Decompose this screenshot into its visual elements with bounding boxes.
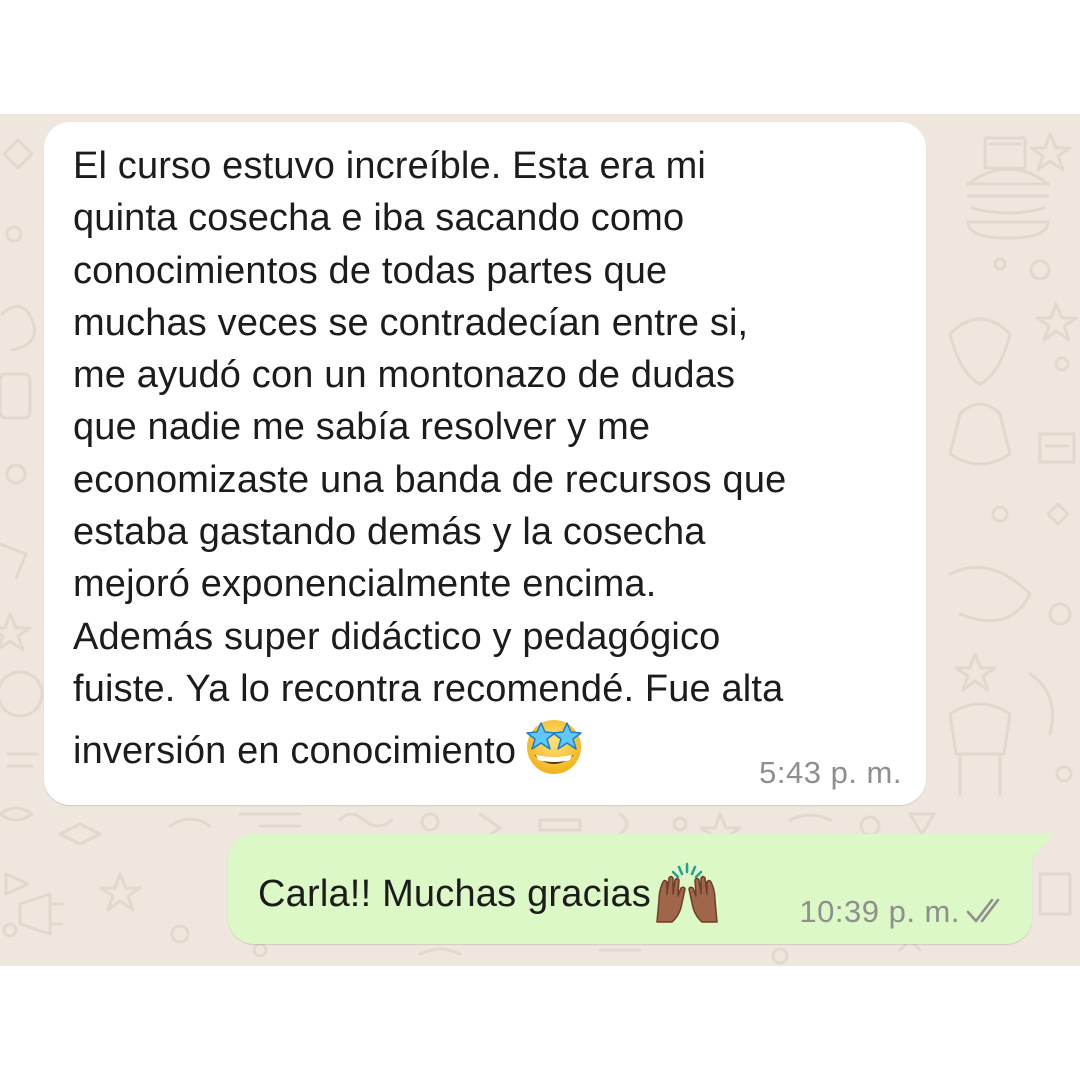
incoming-message-text: El curso estuvo increíble. Esta era mi q… <box>73 145 787 773</box>
incoming-message-time: 5:43 p. m. <box>759 755 902 790</box>
outgoing-message-time: 10:39 p. m. <box>799 894 960 929</box>
outgoing-message-bubble[interactable]: Carla!! Muchas gracias 10:39 p. m. <box>228 834 1054 944</box>
raising-hands-emoji <box>656 862 718 923</box>
incoming-message-bubble[interactable]: El curso estuvo increíble. Esta era mi q… <box>44 122 926 805</box>
outgoing-message-text: Carla!! Muchas gracias <box>258 873 651 915</box>
chat-area[interactable]: El curso estuvo increíble. Esta era mi q… <box>0 114 1080 966</box>
star-struck-emoji <box>526 720 582 775</box>
incoming-message-body: El curso estuvo increíble. Esta era mi q… <box>73 140 898 778</box>
outgoing-bubble-tail <box>1030 834 1054 860</box>
double-check-icon <box>966 898 1000 923</box>
screenshot-page: El curso estuvo increíble. Esta era mi q… <box>0 0 1080 1080</box>
